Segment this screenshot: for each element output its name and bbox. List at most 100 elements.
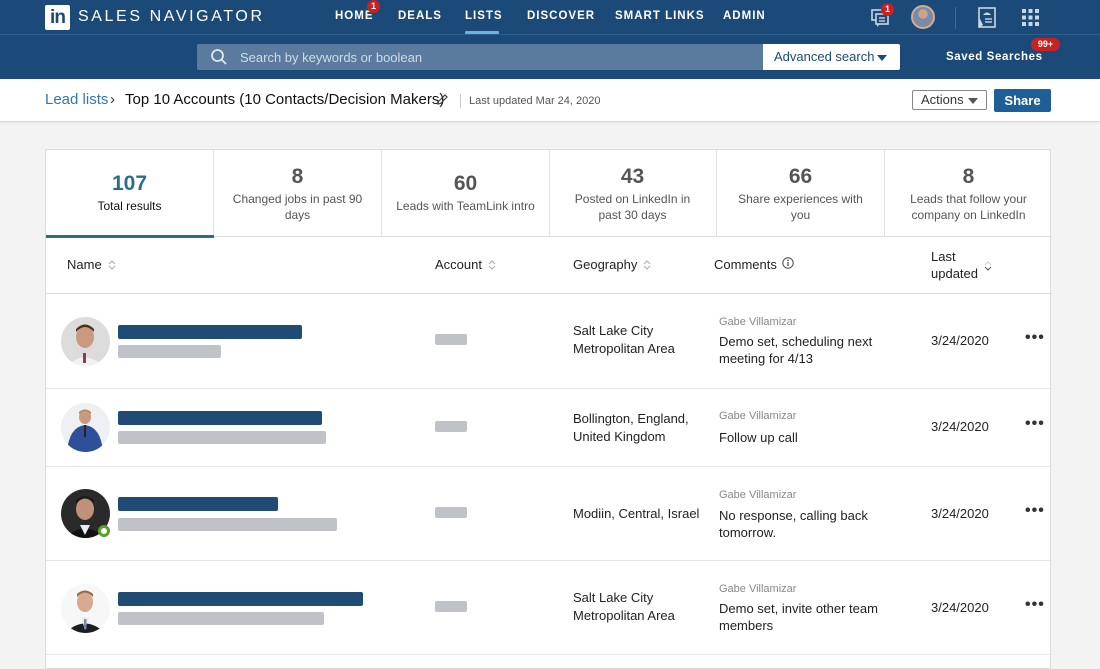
last-updated-text: Last updated Mar 24, 2020 [469,95,601,107]
nav-deals[interactable]: DEALS [398,10,442,22]
last-updated-cell: 3/24/2020 [931,600,989,615]
linkedin-logo[interactable]: in [45,5,70,30]
stat-tab-total-results[interactable]: 107 Total results [46,150,214,238]
admin-center-icon[interactable] [977,7,997,34]
redacted-account[interactable] [435,601,467,612]
nav-row: in SALES NAVIGATOR HOME 1 DEALS LISTS DI… [0,0,1100,35]
nav-admin[interactable]: ADMIN [723,10,766,22]
brand-name: SALES NAVIGATOR [78,8,265,25]
edit-pencil-icon[interactable] [436,93,449,111]
stat-tab-posted[interactable]: 43 Posted on LinkedIn in past 30 days [549,150,717,237]
stat-label: Posted on LinkedIn in past 30 days [574,192,691,222]
table-row[interactable]: Bollington, England, United Kingdom Gabe… [46,389,1052,467]
column-label: Name [67,257,102,272]
stat-value: 60 [453,172,478,195]
home-notification-badge: 1 [367,0,380,13]
caret-down-icon [877,55,887,61]
stat-label: Total results [97,199,162,213]
advanced-search-button[interactable]: Advanced search [763,44,900,70]
geography-cell: Modiin, Central, Israel [573,506,700,521]
redacted-lead-name[interactable] [118,592,363,606]
header-divider [460,94,461,108]
stat-tab-follow-company[interactable]: 8 Leads that follow your company on Link… [885,150,1052,237]
share-button[interactable]: Share [994,89,1051,112]
nav-divider [955,7,956,29]
global-nav: in SALES NAVIGATOR HOME 1 DEALS LISTS DI… [0,0,1100,79]
breadcrumb-chevron-icon: › [110,91,115,108]
apps-grid-icon[interactable] [1022,9,1039,31]
table-row[interactable]: Modiin, Central, Israel Gabe Villamizar … [46,467,1052,561]
comment-text[interactable]: Follow up call [719,429,889,446]
table-header: Name Account Geography Comments Last upd… [46,237,1052,294]
more-options-button[interactable]: ••• [1025,502,1045,520]
stat-value: 66 [788,165,813,188]
table-row[interactable]: Salt Lake City Metropolitan Area Gabe Vi… [46,561,1052,655]
sort-icon [108,259,116,271]
column-label: Account [435,257,482,272]
stat-label: Share experiences with you [738,192,863,222]
geography-cell: Bollington, England, United Kingdom [573,411,689,444]
online-status-icon [98,525,110,537]
caret-down-icon [968,98,978,104]
search-input[interactable]: Search by keywords or boolean [197,44,763,70]
sort-icon [643,259,651,271]
last-updated-cell: 3/24/2020 [931,333,989,348]
column-header-geography[interactable]: Geography [573,257,651,272]
nav-smart-links[interactable]: SMART LINKS [615,10,705,22]
list-title: Top 10 Accounts (10 Contacts/Decision Ma… [125,91,445,108]
comment-text[interactable]: No response, calling back tomorrow. [719,507,889,541]
column-label: Geography [573,257,638,272]
avatar[interactable] [61,317,110,366]
list-header: Lead lists › Top 10 Accounts (10 Contact… [0,79,1100,122]
last-updated-cell: 3/24/2020 [931,419,989,434]
stat-tab-teamlink[interactable]: 60 Leads with TeamLink intro [382,150,550,237]
saved-searches-badge: 99+ [1031,38,1060,51]
more-options-button[interactable]: ••• [1025,415,1045,433]
comment-author: Gabe Villamizar [719,410,797,422]
column-header-last-updated[interactable]: Last updated [931,248,992,282]
avatar[interactable] [61,403,110,452]
column-header-account[interactable]: Account [435,257,496,272]
search-placeholder: Search by keywords or boolean [240,50,423,65]
redacted-lead-title [118,431,326,444]
nav-lists[interactable]: LISTS [465,10,503,22]
more-options-button[interactable]: ••• [1025,329,1045,347]
stat-tab-share-experiences[interactable]: 66 Share experiences with you [717,150,885,237]
redacted-lead-title [118,345,221,358]
profile-avatar[interactable] [911,5,935,29]
redacted-lead-title [118,518,337,531]
more-options-button[interactable]: ••• [1025,596,1045,614]
column-label: Comments [714,257,777,272]
redacted-account[interactable] [435,507,467,518]
stat-value: 107 [111,172,148,195]
info-icon[interactable] [782,257,794,272]
stat-value: 8 [291,165,304,188]
comment-text[interactable]: Demo set, invite other team members [719,600,889,634]
redacted-account[interactable] [435,334,467,345]
redacted-lead-name[interactable] [118,411,322,425]
redacted-lead-name[interactable] [118,325,302,339]
redacted-account[interactable] [435,421,467,432]
column-header-name[interactable]: Name [67,257,116,272]
stat-tab-changed-jobs[interactable]: 8 Changed jobs in past 90 days [214,150,382,237]
messages-badge: 1 [881,3,894,16]
lead-list-card: 107 Total results 8 Changed jobs in past… [45,149,1052,669]
nav-home[interactable]: HOME [335,10,374,22]
advanced-search-label: Advanced search [774,49,875,64]
nav-discover[interactable]: DISCOVER [527,10,595,22]
comment-text[interactable]: Demo set, scheduling next meeting for 4/… [719,333,889,367]
table-row[interactable]: Salt Lake City Metropolitan Area Gabe Vi… [46,294,1052,389]
sort-icon [984,259,992,271]
stats-tabs: 107 Total results 8 Changed jobs in past… [46,150,1052,238]
stat-label: Leads that follow your company on Linked… [910,192,1027,222]
stat-label: Leads with TeamLink intro [396,199,535,213]
redacted-lead-name[interactable] [118,497,278,511]
geography-cell: Salt Lake City Metropolitan Area [573,323,675,356]
avatar[interactable] [61,584,110,633]
actions-dropdown[interactable]: Actions [912,90,987,110]
breadcrumb-lead-lists[interactable]: Lead lists [45,91,108,108]
redacted-lead-title [118,612,324,625]
stat-label: Changed jobs in past 90 days [232,192,363,222]
search-icon [211,49,227,65]
saved-searches-link[interactable]: Saved Searches [946,51,1043,63]
